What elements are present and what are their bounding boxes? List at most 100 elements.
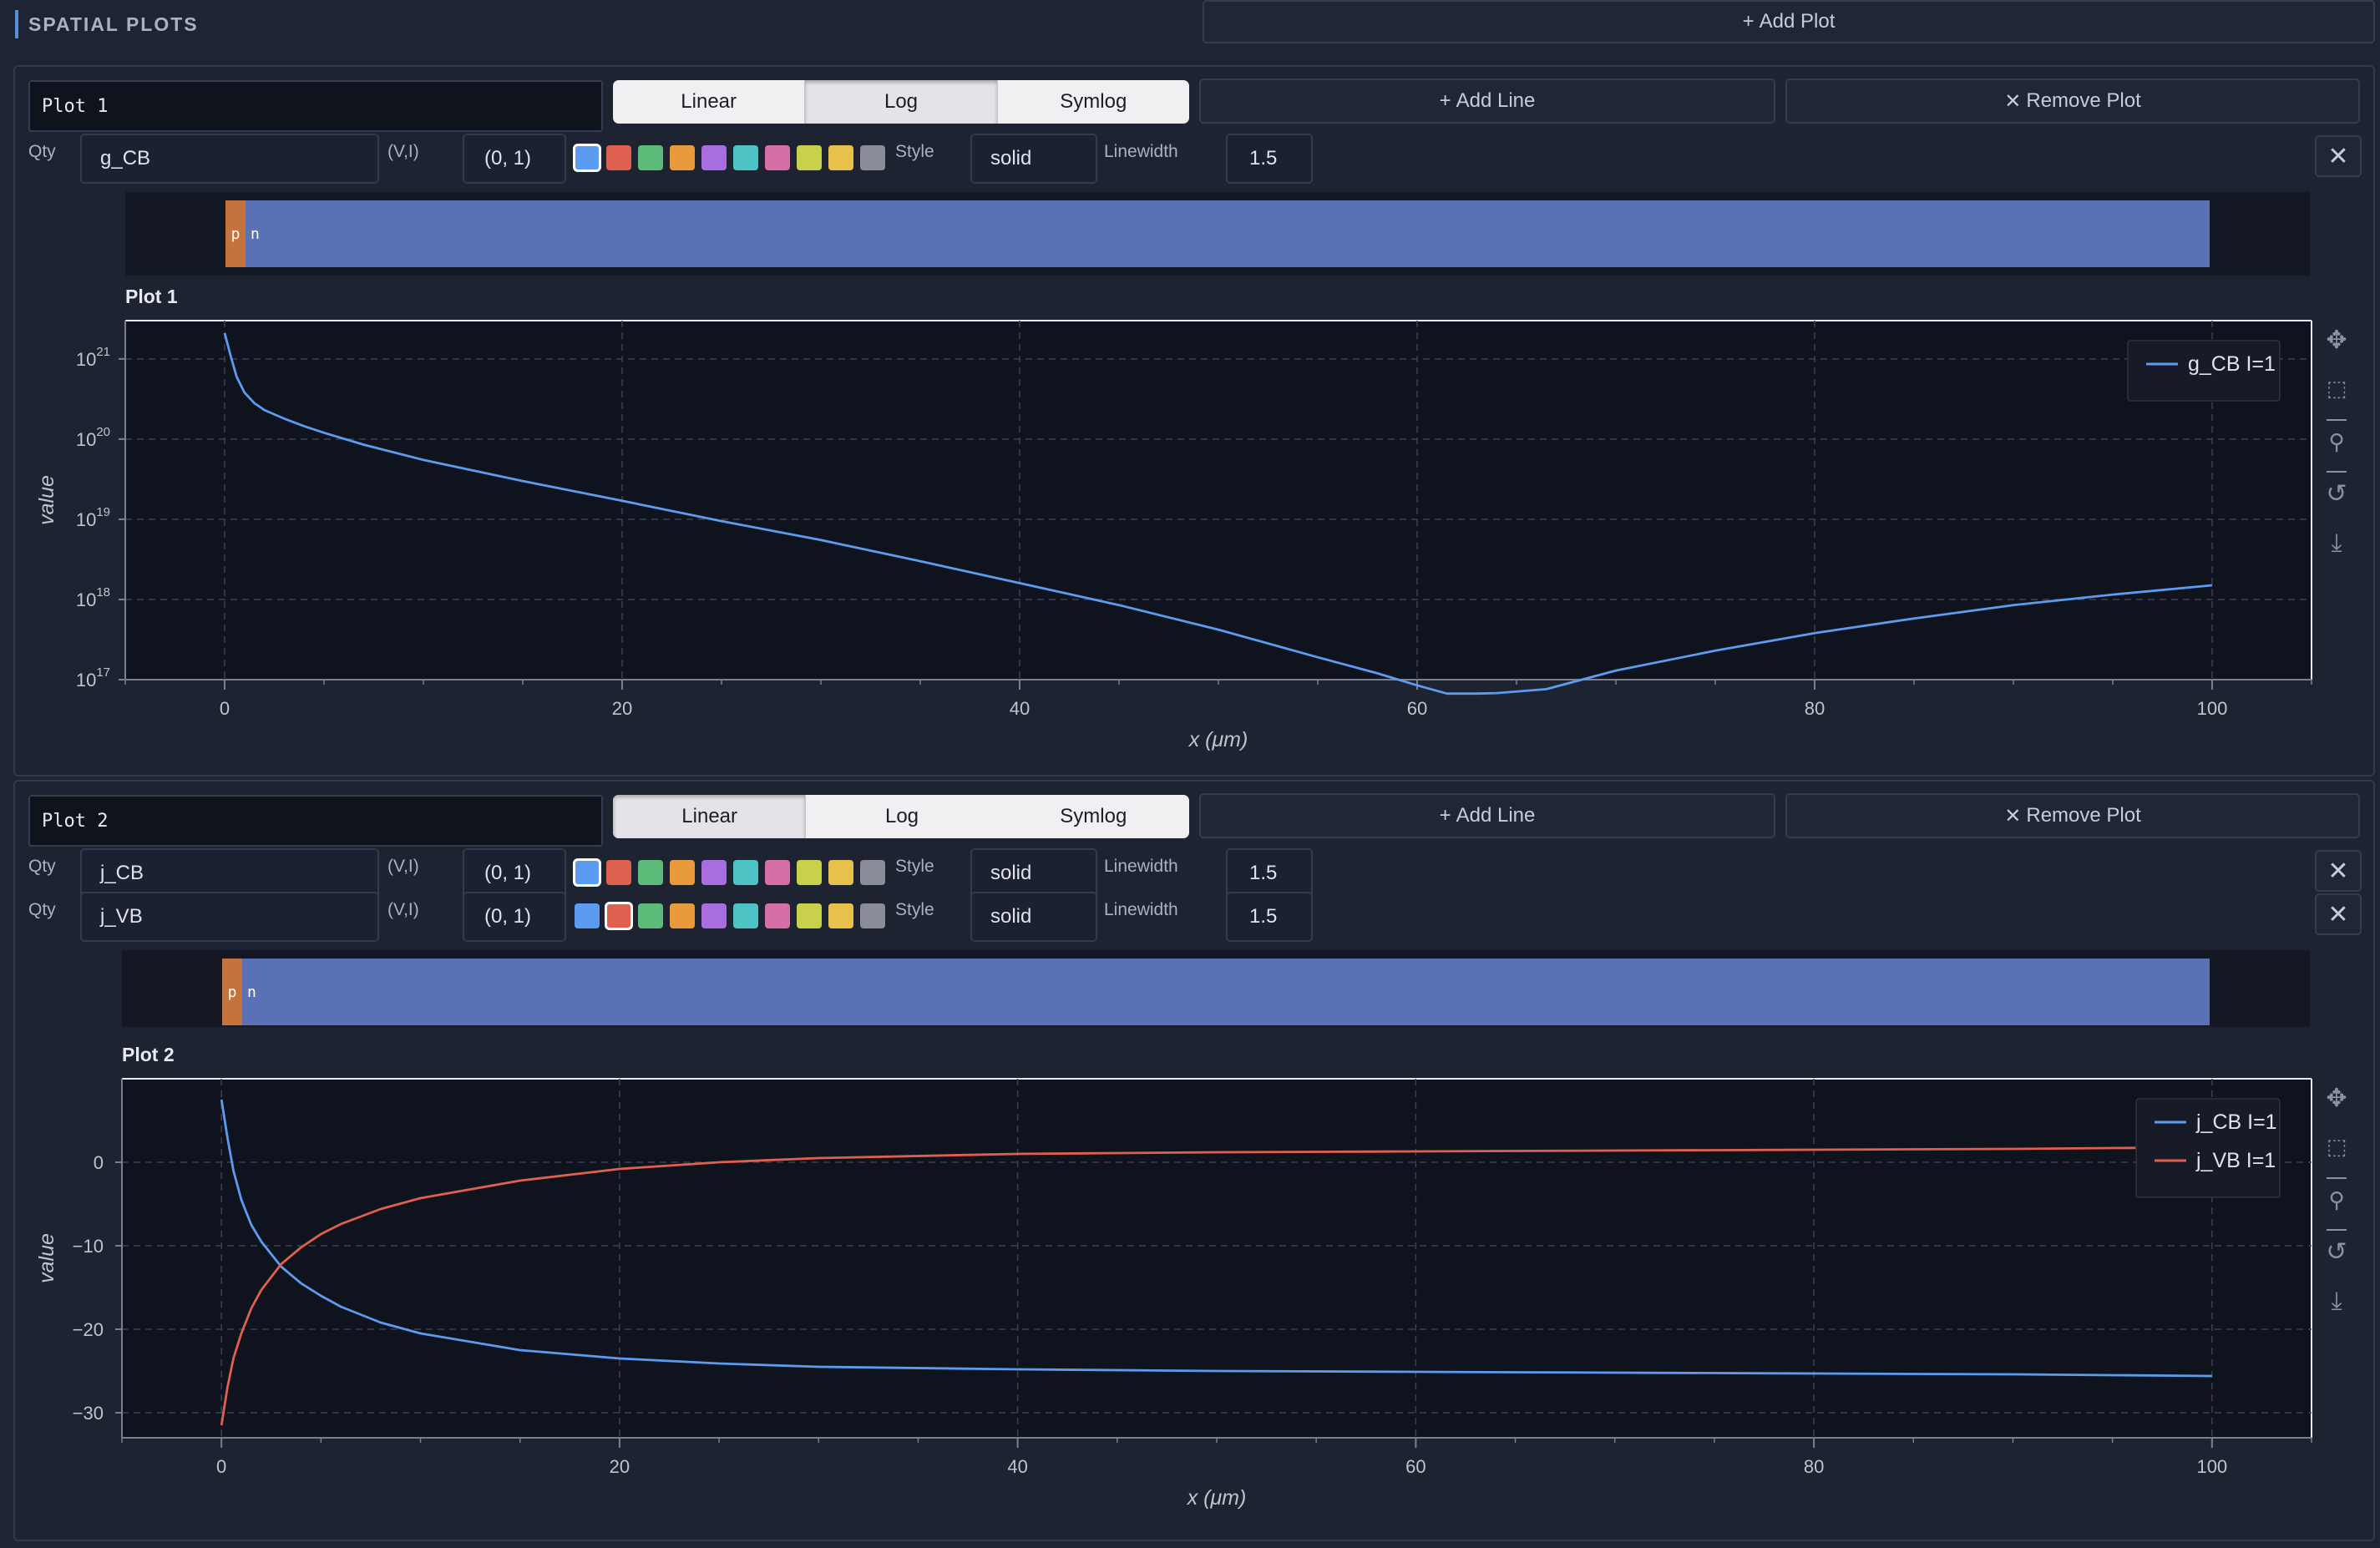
remove-line-button[interactable]: ✕ (2315, 135, 2362, 177)
scale-selector[interactable]: Linear Log Symlog (613, 80, 1189, 124)
wheel-zoom-icon[interactable]: ⚲ (2320, 429, 2353, 455)
color-swatch[interactable] (575, 903, 600, 928)
color-swatch[interactable] (828, 903, 853, 928)
style-select[interactable]: solid (970, 848, 1097, 898)
legend-label: g_CB I=1 (2188, 352, 2276, 376)
plus-icon: + (1439, 804, 1451, 827)
color-swatch[interactable] (573, 144, 601, 172)
color-swatch[interactable] (638, 860, 663, 885)
vi-label: (V,I) (387, 900, 419, 919)
scale-symlog-button[interactable]: Symlog (998, 795, 1189, 838)
plot-name-input[interactable]: Plot 2 (28, 795, 603, 847)
plot-toolbar: ✥ ⬚ ⚲ ↺ ⤓ (2320, 326, 2353, 576)
style-label: Style (895, 857, 934, 876)
color-swatch[interactable] (701, 145, 727, 170)
color-swatch[interactable] (701, 860, 727, 885)
scale-log-button[interactable]: Log (806, 795, 997, 838)
color-swatch[interactable] (733, 145, 758, 170)
linewidth-label: Linewidth (1104, 142, 1178, 161)
pan-icon[interactable]: ✥ (2320, 1084, 2353, 1113)
pan-icon[interactable]: ✥ (2320, 326, 2353, 355)
close-icon: ✕ (2004, 89, 2022, 113)
download-icon[interactable]: ⤓ (2320, 1287, 2353, 1316)
qty-select[interactable]: g_CB (80, 134, 379, 184)
remove-plot-button[interactable]: ✕ Remove Plot (1785, 78, 2360, 124)
linewidth-input[interactable]: 1.5 (1226, 134, 1313, 184)
color-swatch[interactable] (860, 860, 885, 885)
close-icon: ✕ (2327, 857, 2349, 885)
x-tick-label: 60 (1405, 1456, 1425, 1477)
reset-icon[interactable]: ↺ (2320, 1237, 2353, 1267)
wheel-zoom-icon[interactable]: ⚲ (2320, 1187, 2353, 1213)
color-swatch[interactable] (860, 903, 885, 928)
x-tick-label: 0 (216, 1456, 226, 1477)
color-swatch[interactable] (670, 860, 695, 885)
color-swatch[interactable] (828, 860, 853, 885)
reset-icon[interactable]: ↺ (2320, 479, 2353, 508)
x-tick-label: 40 (1010, 698, 1030, 719)
scale-symlog-button[interactable]: Symlog (998, 80, 1189, 124)
color-swatch[interactable] (670, 145, 695, 170)
band-regions: p n (122, 959, 2310, 1025)
qty-select[interactable]: j_VB (80, 892, 379, 942)
remove-line-button[interactable]: ✕ (2315, 893, 2362, 935)
color-swatch[interactable] (828, 145, 853, 170)
color-swatch[interactable] (670, 903, 695, 928)
legend-label: j_CB I=1 (2195, 1110, 2277, 1134)
linewidth-input[interactable]: 1.5 (1226, 892, 1313, 942)
vi-select[interactable]: (0, 1) (463, 134, 566, 184)
zoom-box-icon[interactable]: ⬚ (2320, 1134, 2353, 1160)
color-swatch[interactable] (797, 903, 822, 928)
color-swatch[interactable] (638, 903, 663, 928)
add-line-button[interactable]: + Add Line (1199, 793, 1775, 838)
scale-linear-button[interactable]: Linear (613, 80, 804, 124)
qty-label: Qty (28, 142, 56, 161)
color-swatch[interactable] (765, 903, 790, 928)
p-region: p (222, 959, 242, 1025)
color-swatch[interactable] (733, 860, 758, 885)
zoom-box-icon[interactable]: ⬚ (2320, 376, 2353, 402)
x-tick-label: 100 (2197, 698, 2228, 719)
close-icon: ✕ (2004, 804, 2022, 827)
y-tick-label: 1020 (76, 425, 110, 450)
x-tick-label: 80 (1804, 1456, 1824, 1477)
plot-toolbar: ✥ ⬚ ⚲ ↺ ⤓ (2320, 1084, 2353, 1334)
plot-name-input[interactable]: Plot 1 (28, 80, 603, 132)
add-plot-button[interactable]: + Add Plot (1203, 0, 2375, 43)
legend-label: j_VB I=1 (2195, 1149, 2276, 1172)
color-swatch[interactable] (638, 145, 663, 170)
x-tick-label: 80 (1805, 698, 1825, 719)
download-icon[interactable]: ⤓ (2320, 529, 2353, 558)
qty-select[interactable]: j_CB (80, 848, 379, 898)
color-swatch[interactable] (797, 145, 822, 170)
remove-plot-button[interactable]: ✕ Remove Plot (1785, 793, 2360, 838)
remove-line-button[interactable]: ✕ (2315, 850, 2362, 892)
x-tick-label: 20 (610, 1456, 630, 1477)
vi-select[interactable]: (0, 1) (463, 848, 566, 898)
chart-plot-1[interactable]: 1017 1018 1019 1020 1021 0 20 40 60 80 100 x (μm) va… (0, 309, 2380, 760)
color-swatch[interactable] (605, 902, 633, 930)
x-tick-label: 100 (2196, 1456, 2227, 1477)
style-select[interactable]: solid (970, 892, 1097, 942)
scale-log-button[interactable]: Log (804, 80, 998, 124)
y-tick-label: 1021 (76, 345, 110, 370)
vi-select[interactable]: (0, 1) (463, 892, 566, 942)
color-swatch[interactable] (733, 903, 758, 928)
color-swatch[interactable] (606, 145, 631, 170)
style-select[interactable]: solid (970, 134, 1097, 184)
plot-title: Plot 1 (125, 286, 178, 307)
chart-plot-2[interactable]: 0 −10 −20 −30 0 20 40 60 80 100 x (μm) value j_CB I=… (0, 1067, 2380, 1518)
add-line-button[interactable]: + Add Line (1199, 78, 1775, 124)
color-swatch[interactable] (765, 145, 790, 170)
color-swatch[interactable] (765, 860, 790, 885)
color-swatch[interactable] (606, 860, 631, 885)
color-swatch[interactable] (573, 858, 601, 887)
close-icon: ✕ (2327, 900, 2349, 928)
color-swatch[interactable] (701, 903, 727, 928)
vi-label: (V,I) (387, 857, 419, 876)
color-swatch[interactable] (797, 860, 822, 885)
scale-selector[interactable]: Linear Log Symlog (613, 795, 1189, 838)
linewidth-input[interactable]: 1.5 (1226, 848, 1313, 898)
color-swatch[interactable] (860, 145, 885, 170)
scale-linear-button[interactable]: Linear (613, 795, 807, 838)
